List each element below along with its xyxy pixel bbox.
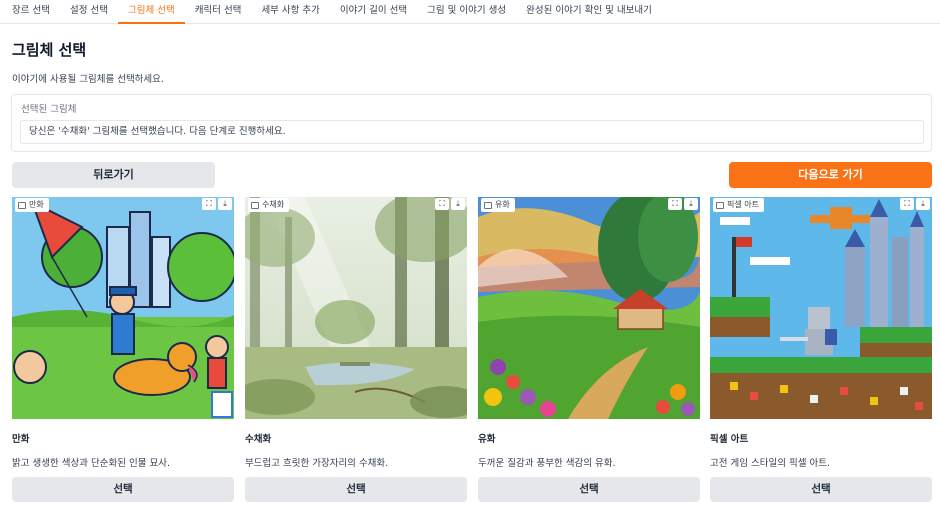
- image-tools: ⛶ ⤓: [202, 198, 232, 210]
- tab-story-length[interactable]: 이야기 길이 선택: [330, 0, 417, 24]
- select-cartoon-button[interactable]: 선택: [12, 477, 234, 502]
- fullscreen-icon[interactable]: ⛶: [435, 198, 449, 210]
- style-card-cartoon: 만화 ⛶ ⤓ 만화 밝고 생생한 색상과 단순화된 인물 묘사. 선택: [12, 197, 234, 502]
- fullscreen-icon[interactable]: ⛶: [202, 198, 216, 210]
- style-description: 밝고 생생한 색상과 단순화된 인물 묘사.: [12, 458, 170, 469]
- style-name: 유화: [478, 434, 496, 445]
- tab-export[interactable]: 완성된 이야기 확인 및 내보내기: [516, 0, 662, 24]
- style-description: 두꺼운 질감과 풍부한 색감의 유화.: [478, 458, 616, 469]
- selected-style-field[interactable]: 당신은 '수채화' 그림체를 선택했습니다. 다음 단계로 진행하세요.: [20, 120, 924, 144]
- select-pixel-art-button[interactable]: 선택: [710, 477, 932, 502]
- cartoon-illustration: [12, 197, 234, 419]
- fullscreen-icon[interactable]: ⛶: [900, 198, 914, 210]
- style-image-cartoon: 만화 ⛶ ⤓: [12, 197, 234, 419]
- style-card-oil-painting: 유화 ⛶ ⤓ 유화 두꺼운 질감과 풍부한 색감의 유화. 선택: [478, 197, 700, 502]
- tab-details[interactable]: 세부 사항 추가: [251, 0, 329, 24]
- download-icon[interactable]: ⤓: [218, 198, 232, 210]
- style-badge-cartoon: 만화: [15, 198, 49, 212]
- back-button[interactable]: 뒤로가기: [12, 162, 215, 188]
- page-description: 이야기에 사용될 그림체를 선택하세요.: [12, 74, 164, 85]
- style-badge-watercolor: 수채화: [248, 198, 290, 212]
- style-image-watercolor: 수채화 ⛶ ⤓: [245, 197, 467, 419]
- style-card-pixel-art: 픽셀 아트 ⛶ ⤓ 픽셀 아트 고전 게임 스타일의 픽셀 아트. 선택: [710, 197, 932, 502]
- selected-style-panel: 선택된 그림체 당신은 '수채화' 그림체를 선택했습니다. 다음 단계로 진행…: [11, 94, 932, 152]
- next-button[interactable]: 다음으로 가기: [729, 162, 932, 188]
- style-name: 수채화: [245, 434, 272, 445]
- watercolor-illustration: [245, 197, 467, 419]
- style-image-oil-painting: 유화 ⛶ ⤓: [478, 197, 700, 419]
- page-title: 그림체 선택: [12, 41, 87, 59]
- pixel-art-illustration: [710, 197, 932, 419]
- select-oil-painting-button[interactable]: 선택: [478, 477, 700, 502]
- style-description: 부드럽고 흐릿한 가장자리의 수채화.: [245, 458, 389, 469]
- image-tools: ⛶ ⤓: [668, 198, 698, 210]
- tab-art-style[interactable]: 그림체 선택: [117, 0, 185, 24]
- image-label-icon: [484, 201, 492, 209]
- download-icon[interactable]: ⤓: [451, 198, 465, 210]
- image-label-icon: [716, 201, 724, 209]
- style-description: 고전 게임 스타일의 픽셀 아트.: [710, 458, 830, 469]
- download-icon[interactable]: ⤓: [684, 198, 698, 210]
- fullscreen-icon[interactable]: ⛶: [668, 198, 682, 210]
- image-tools: ⛶ ⤓: [435, 198, 465, 210]
- oil-painting-illustration: [478, 197, 700, 419]
- step-tabs: 장르 선택 설정 선택 그림체 선택 캐릭터 선택 세부 사항 추가 이야기 길…: [0, 0, 940, 24]
- style-card-watercolor: 수채화 ⛶ ⤓ 수채화 부드럽고 흐릿한 가장자리의 수채화. 선택: [245, 197, 467, 502]
- image-label-icon: [251, 201, 259, 209]
- style-badge-pixel-art: 픽셀 아트: [713, 198, 764, 212]
- tab-setting[interactable]: 설정 선택: [60, 0, 118, 24]
- image-label-icon: [18, 201, 26, 209]
- tab-generate[interactable]: 그림 및 이야기 생성: [417, 0, 516, 24]
- download-icon[interactable]: ⤓: [916, 198, 930, 210]
- tab-genre[interactable]: 장르 선택: [0, 0, 60, 24]
- style-name: 픽셀 아트: [710, 434, 749, 445]
- tab-character[interactable]: 캐릭터 선택: [185, 0, 252, 24]
- selected-style-label: 선택된 그림체: [21, 104, 77, 115]
- style-badge-oil-painting: 유화: [481, 198, 515, 212]
- image-tools: ⛶ ⤓: [900, 198, 930, 210]
- style-name: 만화: [12, 434, 30, 445]
- select-watercolor-button[interactable]: 선택: [245, 477, 467, 502]
- style-image-pixel-art: 픽셀 아트 ⛶ ⤓: [710, 197, 932, 419]
